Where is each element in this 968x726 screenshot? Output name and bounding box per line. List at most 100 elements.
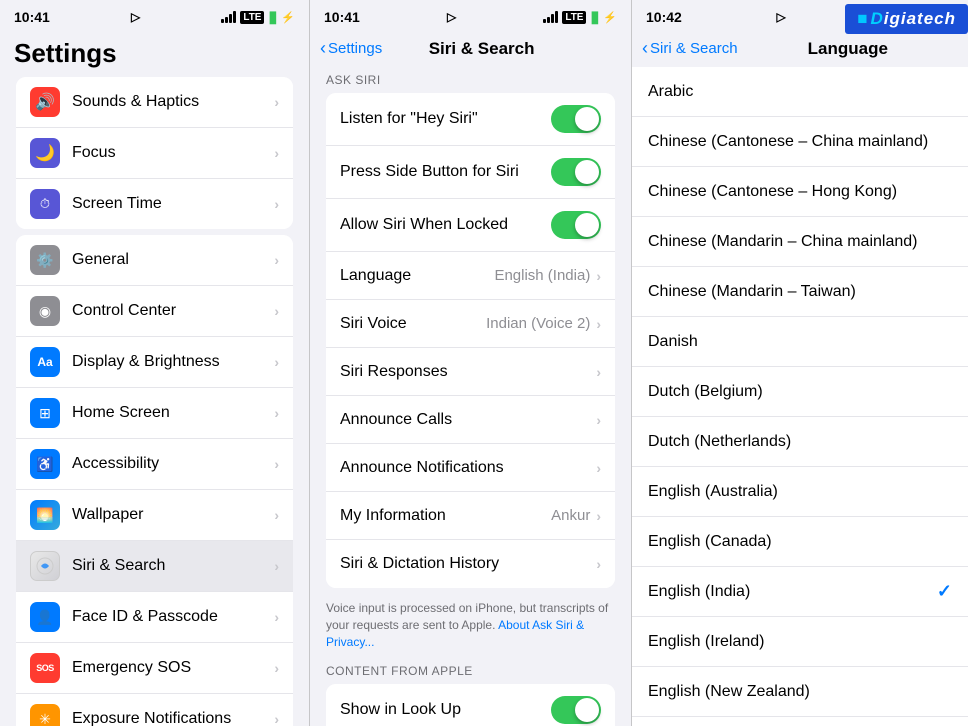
lang-english-singapore[interactable]: English (Singapore) [632, 717, 968, 726]
siri-responses-item[interactable]: Siri Responses › [326, 348, 615, 396]
settings-item-wallpaper[interactable]: 🌅 Wallpaper › [16, 490, 293, 541]
status-bar-1: 10:41 ▷ LTE ▮ ⚡ [0, 0, 309, 32]
announce-calls-item[interactable]: Announce Calls › [326, 396, 615, 444]
lang-dutch-belgium-name: Dutch (Belgium) [648, 383, 952, 401]
accessibility-chevron: › [274, 456, 279, 472]
screentime-icon: ⏱ [30, 189, 60, 219]
exposure-label: Exposure Notifications [72, 710, 274, 726]
settings-item-emergency[interactable]: SOS Emergency SOS › [16, 643, 293, 694]
my-info-item[interactable]: My Information Ankur › [326, 492, 615, 540]
back-chevron-2: ‹ [320, 38, 326, 59]
controlcenter-label: Control Center [72, 302, 274, 320]
lang-cantonese-china[interactable]: Chinese (Cantonese – China mainland) [632, 117, 968, 167]
announce-notif-item[interactable]: Announce Notifications › [326, 444, 615, 492]
settings-list[interactable]: 🔊 Sounds & Haptics › 🌙 Focus › ⏱ Screen … [0, 77, 309, 726]
allow-locked-toggle[interactable] [551, 211, 601, 239]
battery-bolt-2: ⚡ [603, 11, 617, 24]
lte-badge-2: LTE [562, 11, 586, 24]
language-chevron: › [596, 268, 601, 284]
siri-history-item[interactable]: Siri & Dictation History › [326, 540, 615, 588]
settings-item-homescreen[interactable]: ⊞ Home Screen › [16, 388, 293, 439]
homescreen-label: Home Screen [72, 404, 274, 422]
exposure-chevron: › [274, 711, 279, 726]
focus-label: Focus [72, 144, 274, 162]
press-side-item[interactable]: Press Side Button for Siri [326, 146, 615, 199]
sounds-icon: 🔊 [30, 87, 60, 117]
lang-mandarin-china[interactable]: Chinese (Mandarin – China mainland) [632, 217, 968, 267]
status-icons-2: LTE ▮ ⚡ [543, 7, 617, 27]
settings-item-general[interactable]: ⚙️ General › [16, 235, 293, 286]
ask-siri-privacy-link[interactable]: About Ask Siri & Privacy... [326, 618, 584, 649]
toggle-thumb-2 [575, 160, 599, 184]
back-chevron-3: ‹ [642, 38, 648, 59]
listen-hey-siri-toggle[interactable] [551, 105, 601, 133]
lang-english-india-name: English (India) [648, 583, 937, 601]
listen-hey-siri-item[interactable]: Listen for "Hey Siri" [326, 93, 615, 146]
location-icon-2: ▷ [447, 10, 456, 24]
lang-danish-name: Danish [648, 333, 952, 351]
settings-item-sounds[interactable]: 🔊 Sounds & Haptics › [16, 77, 293, 128]
accessibility-icon: ♿ [30, 449, 60, 479]
ask-siri-header: ASK SIRI [310, 67, 631, 91]
homescreen-chevron: › [274, 405, 279, 421]
lang-english-ireland[interactable]: English (Ireland) [632, 617, 968, 667]
settings-item-screentime[interactable]: ⏱ Screen Time › [16, 179, 293, 229]
lang-english-canada[interactable]: English (Canada) [632, 517, 968, 567]
press-side-label: Press Side Button for Siri [340, 163, 551, 181]
language-item[interactable]: Language English (India) › [326, 252, 615, 300]
announce-notif-label: Announce Notifications [340, 459, 596, 477]
settings-item-exposure[interactable]: ✳ Exposure Notifications › [16, 694, 293, 726]
settings-item-focus[interactable]: 🌙 Focus › [16, 128, 293, 179]
exposure-icon: ✳ [30, 704, 60, 726]
siri-responses-label: Siri Responses [340, 363, 596, 381]
settings-item-accessibility[interactable]: ♿ Accessibility › [16, 439, 293, 490]
lang-danish[interactable]: Danish [632, 317, 968, 367]
settings-item-display[interactable]: Aa Display & Brightness › [16, 337, 293, 388]
lang-english-india[interactable]: English (India) ✓ [632, 567, 968, 617]
show-lookup-toggle[interactable] [551, 696, 601, 724]
lang-arabic[interactable]: Arabic [632, 67, 968, 117]
language-value: English (India) [494, 267, 590, 284]
siri-icon [30, 551, 60, 581]
time-1: 10:41 [14, 9, 50, 25]
settings-title: Settings [14, 38, 295, 69]
lang-arabic-name: Arabic [648, 83, 952, 101]
siri-voice-item[interactable]: Siri Voice Indian (Voice 2) › [326, 300, 615, 348]
faceid-chevron: › [274, 609, 279, 625]
lang-dutch-netherlands-name: Dutch (Netherlands) [648, 433, 952, 451]
siri-chevron: › [274, 558, 279, 574]
show-lookup-item[interactable]: Show in Look Up [326, 684, 615, 726]
language-back-label: Siri & Search [650, 40, 738, 57]
siri-voice-chevron: › [596, 316, 601, 332]
sounds-label: Sounds & Haptics [72, 93, 274, 111]
siri-voice-label: Siri Voice [340, 315, 486, 333]
homescreen-icon: ⊞ [30, 398, 60, 428]
controlcenter-chevron: › [274, 303, 279, 319]
lang-english-australia-name: English (Australia) [648, 483, 952, 501]
settings-item-siri[interactable]: Siri & Search › [16, 541, 293, 592]
lang-cantonese-hk[interactable]: Chinese (Cantonese – Hong Kong) [632, 167, 968, 217]
lang-dutch-belgium[interactable]: Dutch (Belgium) [632, 367, 968, 417]
my-info-value: Ankur [551, 507, 590, 524]
press-side-toggle[interactable] [551, 158, 601, 186]
ask-siri-note: Voice input is processed on iPhone, but … [310, 594, 631, 658]
siri-back-button[interactable]: ‹ Settings [320, 38, 382, 59]
language-nav-title: Language [738, 39, 958, 59]
my-info-chevron: › [596, 508, 601, 524]
bar2-1 [543, 19, 546, 23]
lang-dutch-netherlands[interactable]: Dutch (Netherlands) [632, 417, 968, 467]
allow-locked-item[interactable]: Allow Siri When Locked [326, 199, 615, 252]
settings-item-controlcenter[interactable]: ◉ Control Center › [16, 286, 293, 337]
siri-settings-list[interactable]: ASK SIRI Listen for "Hey Siri" Press Sid… [310, 67, 631, 726]
language-list[interactable]: Arabic Chinese (Cantonese – China mainla… [632, 67, 968, 726]
lang-english-australia[interactable]: English (Australia) [632, 467, 968, 517]
lang-english-newzealand[interactable]: English (New Zealand) [632, 667, 968, 717]
settings-item-faceid[interactable]: 👤 Face ID & Passcode › [16, 592, 293, 643]
language-back-button[interactable]: ‹ Siri & Search [642, 38, 738, 59]
lang-mandarin-taiwan[interactable]: Chinese (Mandarin – Taiwan) [632, 267, 968, 317]
lang-english-newzealand-name: English (New Zealand) [648, 683, 952, 701]
announce-calls-chevron: › [596, 412, 601, 428]
language-nav-header: ‹ Siri & Search Language [632, 32, 968, 67]
signal-bars-1 [221, 11, 236, 23]
show-lookup-label: Show in Look Up [340, 701, 551, 719]
